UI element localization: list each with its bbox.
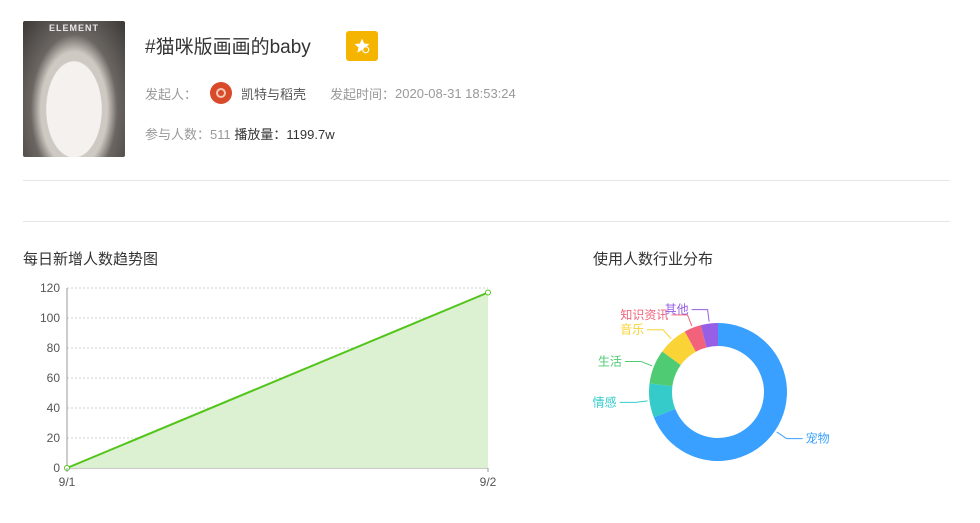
industry-chart-title: 使用人数行业分布 xyxy=(593,251,714,268)
favorite-star-button[interactable] xyxy=(346,31,378,61)
pie-slice-label: 情感 xyxy=(593,394,617,409)
stats-row: 参与人数：511 播放量：1199.7w xyxy=(145,124,335,143)
data-point xyxy=(485,289,491,296)
participants-value: 511 xyxy=(210,127,231,142)
pie-slice-label: 其他 xyxy=(665,303,689,317)
pie-label-line xyxy=(647,329,672,340)
pie-label-line xyxy=(619,400,648,403)
pie-label-line xyxy=(691,309,710,322)
x-tick-label: 9/2 xyxy=(480,475,497,489)
daily-new-users-chart: 0 20 40 60 80 100 120 9/1 9/2 xyxy=(40,281,497,489)
y-tick-label: 100 xyxy=(40,311,60,325)
trend-chart-title: 每日新增人数趋势图 xyxy=(23,251,159,268)
star-icon xyxy=(354,38,370,54)
y-tick-label: 0 xyxy=(53,461,60,475)
initiator-name[interactable]: 凯特与稻壳 xyxy=(241,84,306,103)
x-tick-label: 9/1 xyxy=(59,475,76,489)
pie-slice-label: 知识资讯 xyxy=(620,308,668,322)
y-tick-label: 40 xyxy=(47,401,61,415)
initiator-label: 发起人： xyxy=(145,86,198,102)
divider xyxy=(23,180,950,181)
time-label: 发起时间： xyxy=(330,86,396,102)
y-tick-label: 80 xyxy=(47,341,61,355)
y-tick-label: 120 xyxy=(40,281,60,295)
cover-brand-text: ELEMENT xyxy=(48,23,99,33)
y-tick-label: 20 xyxy=(47,431,61,445)
plays-label: 播放量： xyxy=(234,127,287,142)
topic-title: #猫咪版画画的baby xyxy=(145,37,311,58)
topic-cover-image: ELEMENT xyxy=(23,21,125,157)
pie-label-line xyxy=(624,360,653,367)
pie-slice-label: 音乐 xyxy=(620,322,644,337)
time-value: 2020-08-31 18:53:24 xyxy=(395,85,516,101)
divider xyxy=(23,221,950,222)
initiator-row: 发起人： 凯特与稻壳 发起时间： 2020-08-31 18:53:24 xyxy=(145,82,516,104)
participants-label: 参与人数： xyxy=(145,127,211,142)
y-tick-label: 60 xyxy=(47,371,61,385)
avatar[interactable] xyxy=(210,82,233,104)
pie-slice-label: 宠物 xyxy=(806,431,830,446)
pie-slice-label: 生活 xyxy=(598,354,622,368)
pie-label-line xyxy=(776,431,803,440)
plays-value: 1199.7w xyxy=(286,127,335,142)
industry-distribution-chart: 宠物 情感 生活 音乐知识资讯其他 xyxy=(593,303,830,461)
